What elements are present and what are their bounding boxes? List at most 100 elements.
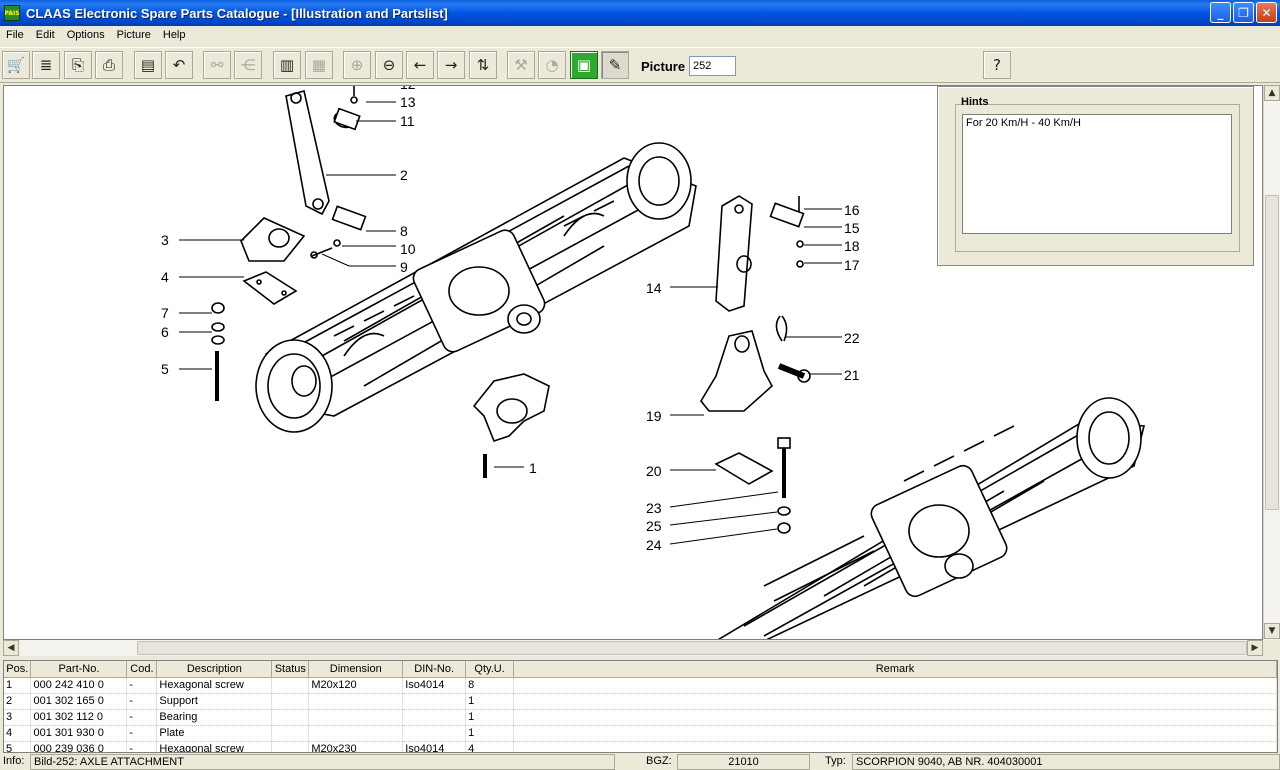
help-button[interactable]: ? [983,51,1011,79]
callout-5: 5 [161,361,169,377]
toolbar-button-undo[interactable]: ↶ [165,51,193,79]
cell-part-no: 001 302 165 0 [30,693,128,710]
callout-14: 14 [646,280,662,296]
vertical-scroll-thumb[interactable] [1265,195,1279,510]
table-row[interactable]: 3 001 302 112 0 - Bearing 1 [4,709,1277,726]
callout-15: 15 [844,220,860,236]
hints-panel: Hints For 20 Km/H - 40 Km/H [937,86,1254,266]
toolbar-button-export[interactable]: ⎘ [64,51,92,79]
list-icon: ≣ [39,56,53,74]
callout-2: 2 [400,167,408,183]
cell-description: Plate [156,725,273,742]
cell-pos: 4 [4,725,32,742]
column-header-description[interactable]: Description [156,661,273,678]
find-icon: ⚯ [210,56,224,74]
hints-textbox[interactable]: For 20 Km/H - 40 Km/H [962,114,1232,234]
cell-status [271,693,310,710]
help-icon: ? [993,56,1001,74]
cell-qty: 4 [465,741,515,752]
table-header-row: Pos. Part-No. Cod. Description Status Di… [4,661,1277,678]
illustration-vertical-scrollbar[interactable]: ▲ ▼ [1263,85,1280,640]
toolbar-button-edit[interactable]: ✎ [601,51,629,79]
overview-icon: ▦ [311,56,327,74]
callout-16: 16 [844,202,860,218]
close-icon: ✕ [1261,5,1272,20]
menu-edit[interactable]: Edit [30,29,61,41]
toolbar-button-zoom-in[interactable]: ⊕ [343,51,371,79]
title-bar[interactable]: PAIS CLAAS Electronic Spare Parts Catalo… [0,0,1280,26]
callout-12: 12 [400,86,416,92]
table-row[interactable]: 4 001 301 930 0 - Plate 1 [4,725,1277,742]
cell-qty: 1 [465,725,515,742]
toolbar-button-print[interactable]: ⎙ [95,51,123,79]
rear-axle-drawing [717,397,1146,639]
minimize-button[interactable]: _ [1210,2,1231,23]
column-header-part-no[interactable]: Part-No. [30,661,128,678]
close-button[interactable]: ✕ [1256,2,1277,23]
toolbar-button-zoom-out[interactable]: ⊖ [375,51,403,79]
toolbar-button-next[interactable]: → [437,51,465,79]
menu-file[interactable]: File [0,29,30,41]
callout-9: 9 [400,259,408,275]
toolbar-button-properties[interactable]: ▤ [134,51,162,79]
callout-22: 22 [844,330,860,346]
cell-din-no [402,693,467,710]
callout-6: 6 [161,324,169,340]
column-header-cod[interactable]: Cod. [126,661,158,678]
wrench-icon: ⚒ [514,56,528,74]
tree-icon: ⋲ [240,56,256,74]
scroll-left-button[interactable]: ◀ [3,640,19,656]
toolbar-button-sort[interactable]: ⇅ [469,51,497,79]
cell-dimension: M20x120 [308,676,404,694]
illustration-horizontal-scrollbar[interactable]: ◀ ▶ [3,640,1263,656]
picture-number-input[interactable] [689,56,736,76]
scroll-right-button[interactable]: ▶ [1247,640,1263,656]
column-header-pos[interactable]: Pos. [4,661,32,678]
toolbar-button-copy-list[interactable]: ▣ [570,51,598,79]
table-row[interactable]: 5 000 239 036 0 - Hexagonal screw M20x23… [4,741,1277,752]
cell-status [271,709,310,726]
callout-8: 8 [400,223,408,239]
column-header-status[interactable]: Status [271,661,310,678]
pencil-icon: ✎ [608,56,622,74]
copy-list-icon: ▣ [576,56,592,74]
gauge-icon: ◔ [545,56,559,74]
callout-25: 25 [646,518,662,534]
zoom-out-icon: ⊖ [382,56,396,74]
toolbar-button-gauge[interactable]: ◔ [538,51,566,79]
toolbar-button-cart[interactable]: 🛒 [2,51,30,79]
column-header-din-no[interactable]: DIN-No. [402,661,467,678]
menu-help[interactable]: Help [157,29,192,41]
horizontal-scroll-thumb[interactable] [137,641,1247,655]
hints-title: Hints [961,96,989,108]
column-header-qty[interactable]: Qty.U. [465,661,515,678]
undo-icon: ↶ [172,56,186,74]
toolbar-button-previous[interactable]: ← [406,51,434,79]
scroll-up-button[interactable]: ▲ [1264,85,1280,101]
toolbar-button-notes[interactable]: ▥ [273,51,301,79]
restore-button[interactable]: ❐ [1233,2,1254,23]
toolbar-button-tree[interactable]: ⋲ [234,51,262,79]
illustration-panel[interactable]: 12 13 11 2 8 10 9 3 4 7 6 5 1 14 16 15 1… [3,85,1263,640]
toolbar-button-find[interactable]: ⚯ [203,51,231,79]
toolbar-button-overview[interactable]: ▦ [305,51,333,79]
scroll-left-icon: ◀ [7,643,15,653]
toolbar-button-list[interactable]: ≣ [32,51,60,79]
bgz-label: BGZ: [643,754,677,770]
parts-list[interactable]: Pos. Part-No. Cod. Description Status Di… [3,660,1278,753]
cell-dimension [308,725,404,742]
menu-options[interactable]: Options [61,29,111,41]
toolbar-button-service[interactable]: ⚒ [507,51,535,79]
info-label: Info: [0,754,30,770]
cell-remark [513,741,1277,752]
table-row[interactable]: 1 000 242 410 0 - Hexagonal screw M20x12… [4,676,1277,694]
column-header-remark[interactable]: Remark [513,661,1277,678]
menu-picture[interactable]: Picture [111,29,157,41]
table-row[interactable]: 2 001 302 165 0 - Support 1 [4,693,1277,710]
scroll-down-button[interactable]: ▼ [1264,623,1280,639]
cell-part-no: 000 242 410 0 [30,676,128,694]
column-header-dimension[interactable]: Dimension [308,661,404,678]
cell-qty: 1 [465,693,515,710]
cell-din-no: Iso4014 [402,741,467,752]
callout-17: 17 [844,257,860,273]
